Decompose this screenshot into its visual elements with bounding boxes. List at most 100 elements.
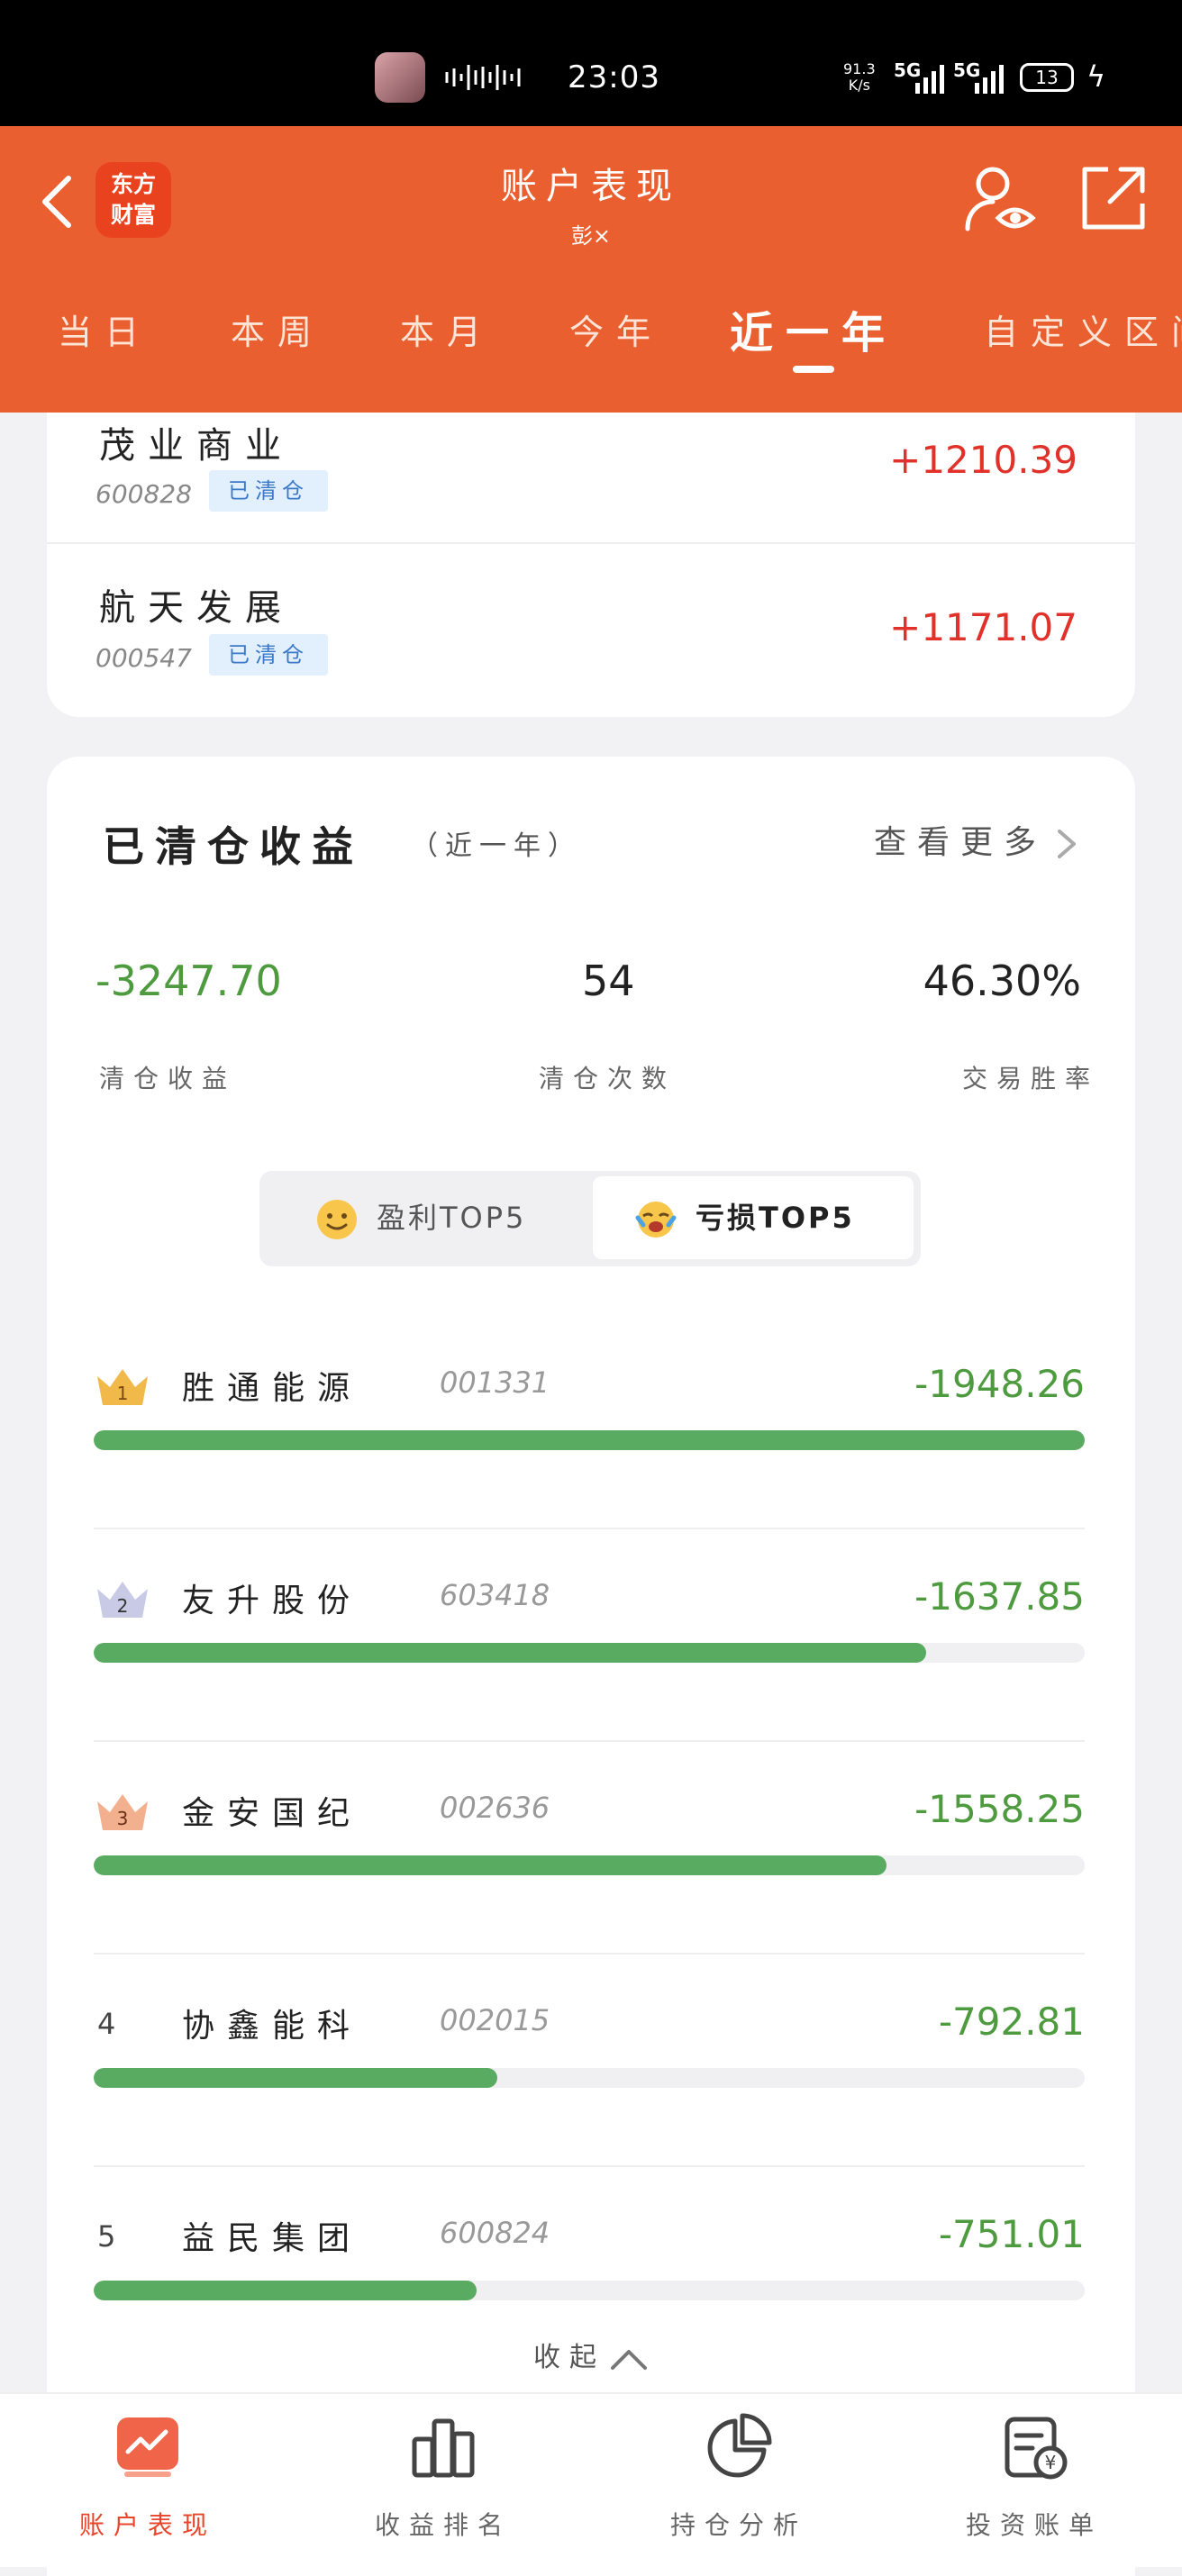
cleared-badge: 已清仓 <box>209 634 328 676</box>
chevron-right-icon <box>1058 830 1076 858</box>
ranking-row[interactable]: 4 协鑫能科 002015 -792.81 <box>94 1953 1085 2167</box>
cleared-count-label: 清仓次数 <box>539 1064 677 1093</box>
stock-name: 胜通能源 <box>182 1370 363 1407</box>
section-period: （近一年） <box>411 830 582 862</box>
profit-value: +1210.39 <box>889 438 1077 482</box>
tab-custom-range[interactable]: 自定义区间 <box>984 304 1182 354</box>
nav-label: 投资账单 <box>965 2510 1103 2540</box>
tab-week[interactable]: 本周 <box>231 304 324 354</box>
cleared-profit-value: -3247.70 <box>95 957 282 1005</box>
ranking-row[interactable]: 3 金安国纪 002636 -1558.25 <box>94 1740 1085 1955</box>
tab-month[interactable]: 本月 <box>400 304 494 354</box>
pie-chart-icon <box>707 2413 772 2478</box>
svg-text:¥: ¥ <box>1045 2452 1057 2473</box>
bill-icon: ¥ <box>1005 2417 1068 2480</box>
stock-name: 益民集团 <box>182 2220 363 2257</box>
battery-icon: 13 <box>1020 63 1074 92</box>
crown-rank-label: 2 <box>117 1595 129 1617</box>
crying-emoji-icon <box>635 1202 677 1238</box>
chevron-up-icon <box>611 2349 647 2370</box>
stock-code: 002636 <box>440 1791 550 1825</box>
bar-track <box>94 2068 1085 2088</box>
nav-investment-bill[interactable]: ¥ 投资账单 <box>886 2412 1182 2542</box>
active-tab-indicator <box>793 366 834 373</box>
stock-code: 600828 <box>95 479 192 509</box>
bar-track <box>94 1430 1085 1450</box>
profit-top5-tab[interactable]: 盈利TOP5 <box>265 1176 589 1259</box>
win-rate-value: 46.30% <box>923 957 1081 1005</box>
profit-value: +1171.07 <box>889 605 1077 649</box>
nav-holdings-analysis[interactable]: 持仓分析 <box>591 2412 886 2542</box>
stock-code: 001331 <box>440 1365 550 1400</box>
crown-rank-label: 1 <box>117 1383 129 1404</box>
net-speed-value: 91.3 <box>843 60 876 77</box>
stock-code: 603418 <box>440 1578 550 1612</box>
nav-profit-ranking[interactable]: 收益排名 <box>296 2412 591 2542</box>
stock-code: 000547 <box>95 643 192 673</box>
loss-value: -1637.85 <box>914 1574 1085 1619</box>
bottom-nav: 账户表现 收益排名 持仓分析 ¥ 投资账单 <box>0 2392 1182 2567</box>
holdings-list-card: 茂业商业 600828 已清仓 +1210.39 航天发展 000547 已清仓… <box>47 413 1135 717</box>
crown-rank-label: 3 <box>117 1808 129 1829</box>
loss-value: -751.01 <box>938 2212 1085 2256</box>
share-icon[interactable] <box>1077 162 1150 234</box>
nav-account-performance[interactable]: 账户表现 <box>0 2412 296 2542</box>
bar-track <box>94 1855 1085 1875</box>
ranking-row[interactable]: 1 胜通能源 001331 -1948.26 <box>94 1315 1085 1529</box>
cleared-profit-label: 清仓收益 <box>99 1064 237 1093</box>
net-speed: 91.3 K/s <box>843 61 876 94</box>
tab-last-year[interactable]: 近一年 <box>730 297 897 360</box>
cleared-count-value: 54 <box>582 957 635 1005</box>
stock-code: 600824 <box>440 2216 550 2250</box>
section-title: 已清仓收益 <box>103 822 364 871</box>
loss-value: -792.81 <box>938 2000 1085 2044</box>
profit-top5-label: 盈利TOP5 <box>377 1201 527 1235</box>
loss-top5-label: 亏损TOP5 <box>696 1201 855 1235</box>
collapse-label: 收起 <box>533 2342 605 2373</box>
loss-bar <box>94 1643 926 1663</box>
nav-label: 持仓分析 <box>669 2510 807 2540</box>
status-bar: 23:03 91.3 K/s 5G 5G 13 ϟ <box>0 0 1182 126</box>
nav-label: 账户表现 <box>78 2510 216 2540</box>
loss-bar <box>94 2281 477 2300</box>
net-speed-unit: K/s <box>848 77 870 94</box>
view-more-label: 查看更多 <box>873 824 1047 861</box>
loss-bar <box>94 2068 497 2088</box>
list-item[interactable]: 航天发展 000547 已清仓 +1171.07 <box>47 542 1135 679</box>
view-more-link[interactable]: 查看更多 <box>874 816 1079 863</box>
stock-name: 协鑫能科 <box>182 2008 363 2045</box>
bar-chart-icon <box>412 2418 475 2478</box>
signal-bars-icon <box>975 65 1004 94</box>
audio-wave-icon <box>445 65 521 90</box>
loss-value: -1948.26 <box>914 1362 1085 1406</box>
loss-top5-tab[interactable]: 亏损TOP5 <box>593 1176 914 1259</box>
ranking-row[interactable]: 2 友升股份 603418 -1637.85 <box>94 1528 1085 1742</box>
period-tabs: 当日 本周 本月 今年 近一年 自定义区间 <box>0 288 1182 387</box>
bar-track <box>94 2281 1085 2300</box>
stock-code: 002015 <box>440 2003 550 2037</box>
smile-emoji-icon <box>317 1200 357 1239</box>
notification-avatar-icon <box>375 52 425 103</box>
chart-icon <box>117 2417 178 2477</box>
collapse-button[interactable]: 收起 <box>47 2335 1135 2374</box>
stock-name: 友升股份 <box>182 1583 363 1619</box>
tab-this-year[interactable]: 今年 <box>569 304 663 354</box>
clock: 23:03 <box>568 59 660 95</box>
charging-icon: ϟ <box>1087 59 1106 94</box>
bar-track <box>94 1643 1085 1663</box>
stock-name: 金安国纪 <box>182 1795 363 1832</box>
loss-bar <box>94 1855 886 1875</box>
privacy-eye-icon[interactable] <box>962 162 1038 238</box>
list-item[interactable]: 茂业商业 600828 已清仓 +1210.39 <box>47 413 1135 548</box>
cleared-profit-card: 已清仓收益 （近一年） 查看更多 -3247.70 清仓收益 54 清仓次数 4… <box>47 757 1135 2576</box>
signal-bars-icon <box>915 65 944 94</box>
bronze-crown-icon: 3 <box>97 1794 148 1830</box>
silver-crown-icon: 2 <box>97 1582 148 1618</box>
stock-name: 航天发展 <box>99 587 294 629</box>
rank-number: 5 <box>97 2219 116 2254</box>
nav-label: 收益排名 <box>374 2510 512 2540</box>
top5-toggle: 盈利TOP5 亏损TOP5 <box>259 1171 921 1266</box>
tab-today[interactable]: 当日 <box>58 304 151 354</box>
loss-bar <box>94 1430 1085 1450</box>
stock-name: 茂业商业 <box>99 425 294 467</box>
